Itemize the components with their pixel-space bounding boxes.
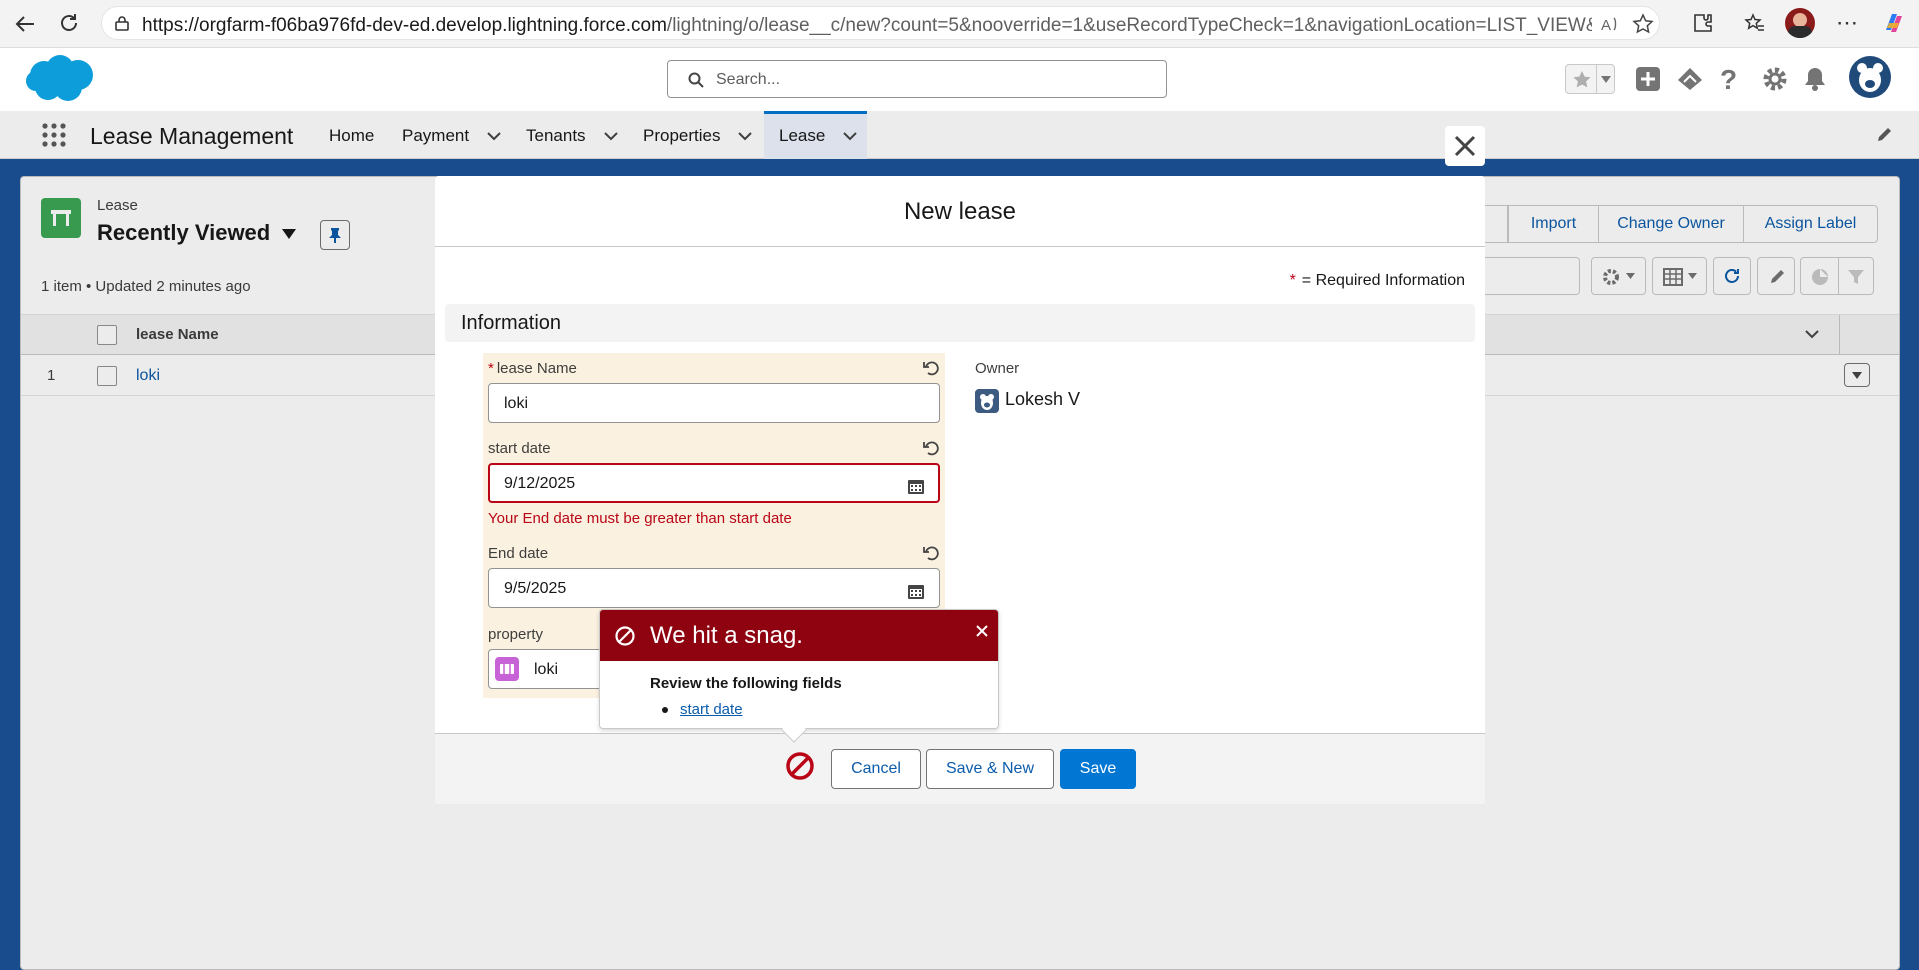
back-icon[interactable] <box>14 13 36 35</box>
error-icon <box>614 625 636 647</box>
close-modal-button[interactable] <box>1445 126 1485 166</box>
salesforce-logo[interactable] <box>24 53 98 105</box>
start-date-label: start date <box>488 440 551 457</box>
close-icon <box>1454 135 1476 157</box>
owner-value[interactable]: Lokesh V <box>1005 389 1080 410</box>
save-button[interactable]: Save <box>1060 749 1136 789</box>
refresh-icon[interactable] <box>58 12 80 34</box>
user-avatar[interactable] <box>1849 56 1891 98</box>
error-popover: We hit a snag. Review the following fiel… <box>599 609 999 743</box>
required-star: * <box>488 360 494 377</box>
svg-text:A: A <box>1601 17 1611 34</box>
favorites-icon[interactable] <box>1744 12 1766 34</box>
property-object-icon <box>495 657 519 681</box>
url-path: /lightning/o/lease__c/new?count=5&noover… <box>666 15 1592 36</box>
modal-header: New lease <box>435 176 1485 247</box>
start-date-error: Your End date must be greater than start… <box>488 510 792 527</box>
read-aloud-icon[interactable]: A <box>1600 14 1620 34</box>
error-indicator-icon[interactable] <box>785 751 815 781</box>
browser-toolbar: https://orgfarm-f06ba976fd-dev-ed.develo… <box>0 0 1919 48</box>
popover-body-text: Review the following fields <box>650 675 842 692</box>
setup-gear-icon[interactable] <box>1762 66 1788 92</box>
address-bar[interactable]: https://orgfarm-f06ba976fd-dev-ed.develo… <box>101 6 1660 40</box>
lease-name-input[interactable]: loki <box>488 383 940 423</box>
profile-avatar[interactable] <box>1785 8 1815 38</box>
calendar-icon[interactable] <box>907 582 925 600</box>
section-title: Information <box>461 312 562 334</box>
search-icon <box>688 72 704 88</box>
global-search-input[interactable]: Search... <box>667 60 1167 98</box>
notifications-bell-icon[interactable] <box>1803 66 1827 92</box>
url-text: https://orgfarm-f06ba976fd-dev-ed.develo… <box>142 15 1592 37</box>
calendar-icon[interactable] <box>907 477 925 495</box>
end-date-input[interactable]: 9/5/2025 <box>488 568 940 608</box>
save-and-new-button[interactable]: Save & New <box>926 749 1054 789</box>
property-value: loki <box>534 661 559 678</box>
help-icon[interactable]: ? <box>1720 64 1737 96</box>
cancel-button[interactable]: Cancel <box>831 749 921 789</box>
extensions-icon[interactable] <box>1692 12 1714 34</box>
undo-icon[interactable] <box>922 439 940 457</box>
copilot-icon[interactable] <box>1881 10 1907 36</box>
modal-title: New lease <box>903 198 1017 225</box>
owner-avatar-icon <box>975 389 999 413</box>
star-icon <box>1572 70 1592 90</box>
url-host: https://orgfarm-f06ba976fd-dev-ed.develo… <box>142 15 667 36</box>
trailhead-icon[interactable] <box>1676 66 1704 92</box>
favorite-star-icon[interactable] <box>1632 13 1654 35</box>
end-date-label: End date <box>488 545 549 562</box>
favorites-button[interactable] <box>1565 64 1615 94</box>
owner-label: Owner <box>975 360 1020 377</box>
global-actions-icon[interactable] <box>1635 66 1661 92</box>
caret-down-icon <box>1601 76 1611 83</box>
more-icon[interactable]: ⋯ <box>1836 10 1859 36</box>
site-info-icon[interactable] <box>114 15 130 31</box>
property-label: property <box>488 626 544 643</box>
required-info-text: = Required Information <box>1301 272 1465 289</box>
lease-name-label: * lease Name <box>488 360 577 377</box>
popover-header: We hit a snag. <box>600 610 998 661</box>
search-placeholder: Search... <box>716 71 781 88</box>
undo-icon[interactable] <box>922 544 940 562</box>
close-popover-icon[interactable] <box>975 624 989 638</box>
list-bullet <box>662 707 668 713</box>
popover-title: We hit a snag. <box>650 622 803 649</box>
required-star: * <box>1289 272 1296 289</box>
required-info-legend: * = Required Information <box>1290 272 1465 290</box>
lease-name-label-text: lease Name <box>496 360 577 377</box>
undo-icon[interactable] <box>922 359 940 377</box>
start-date-input[interactable]: 9/12/2025 <box>488 463 940 503</box>
section-information[interactable]: Information <box>445 304 1475 342</box>
modal-footer: Cancel Save & New Save <box>435 733 1485 804</box>
field-error-link-start-date[interactable]: start date <box>680 701 743 718</box>
